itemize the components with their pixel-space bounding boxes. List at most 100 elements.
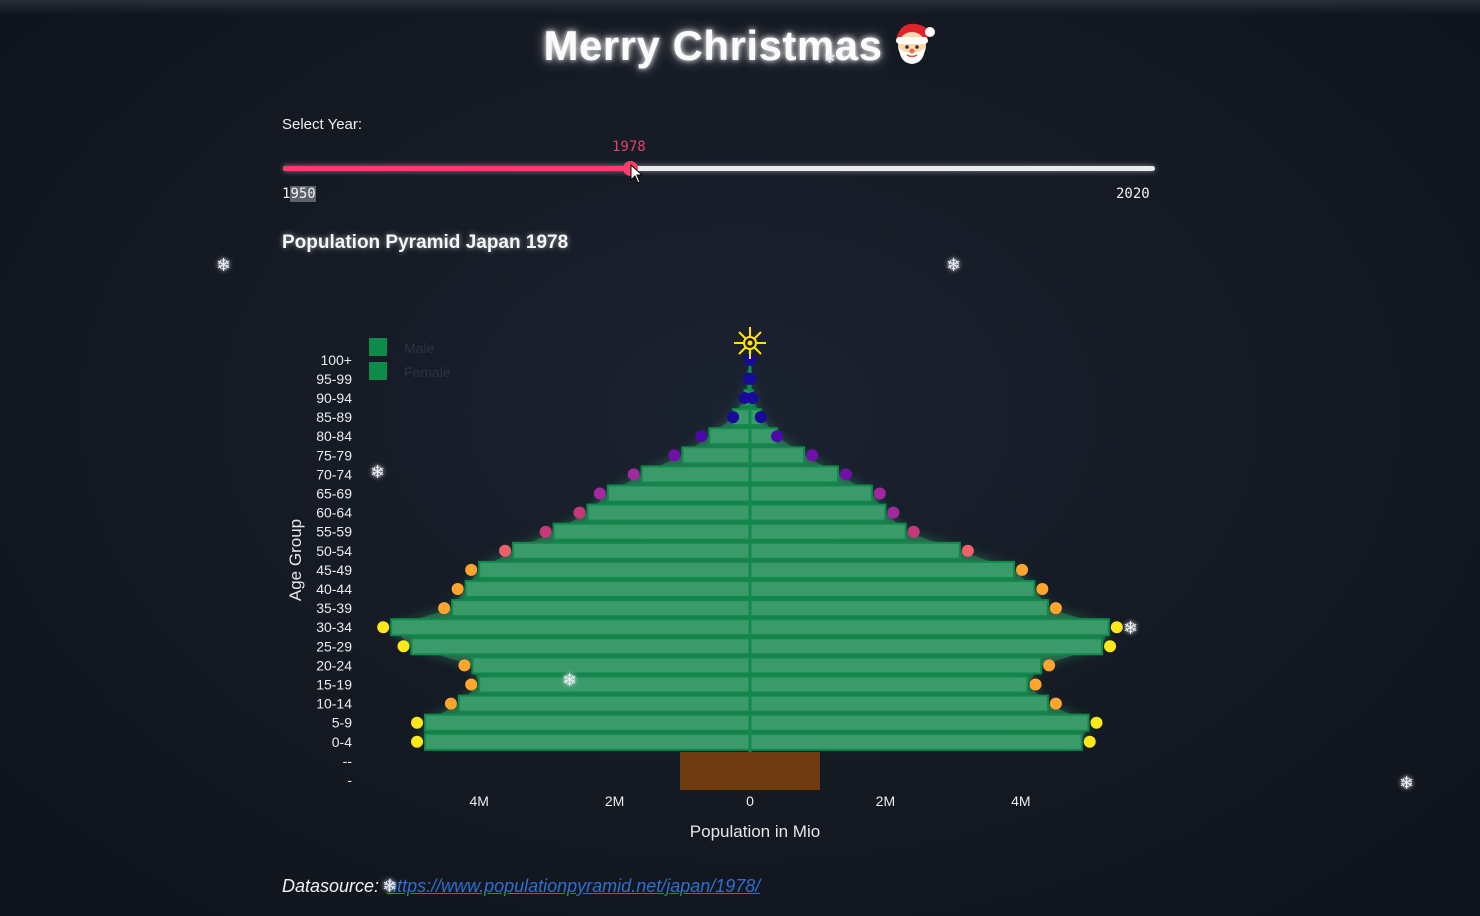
population-pyramid-chart: ---0-45-910-1415-1920-2425-2930-3435-394… [286, 327, 1123, 841]
bar-male-30-34 [390, 618, 751, 637]
y-tick-label: -- [343, 753, 353, 769]
y-tick-label: 40-44 [316, 581, 352, 597]
ornament-male-65-69 [593, 487, 606, 500]
ornament-male-20-24 [458, 659, 471, 672]
ornament-male-70-74 [627, 468, 640, 481]
ornament-male-30-34 [377, 621, 390, 634]
bar-female-5-9 [749, 713, 1090, 732]
y-tick-label: - [347, 772, 352, 788]
datasource-link[interactable]: https://www.populationpyramid.net/japan/… [387, 876, 760, 896]
y-tick-label: 95-99 [316, 371, 352, 387]
y-tick-label: 85-89 [316, 409, 352, 425]
bar-female-40-44 [749, 580, 1036, 598]
ornament-female-90-94 [746, 392, 759, 404]
bar-female-10-14 [749, 694, 1049, 713]
bar-male-15-19 [478, 675, 751, 694]
ornament-female-25-29 [1104, 640, 1117, 653]
y-tick-label: 55-59 [316, 524, 352, 540]
y-tick-label: 25-29 [316, 638, 352, 654]
ornament-female-10-14 [1049, 697, 1062, 710]
y-tick-label: 10-14 [316, 696, 352, 712]
bar-male-55-59 [552, 522, 751, 541]
y-tick-label: 50-54 [316, 543, 352, 559]
tree-star-icon [734, 327, 766, 359]
ornament-female-5-9 [1090, 716, 1103, 729]
bar-male-20-24 [471, 656, 751, 675]
y-tick-label: 45-49 [316, 562, 352, 578]
ornament-male-15-19 [465, 678, 478, 691]
ornament-female-80-84 [771, 430, 784, 443]
bar-male-80-84 [708, 427, 752, 446]
ornament-female-95-99 [744, 372, 757, 385]
bar-male-25-29 [410, 637, 751, 656]
x-tick-label: 4M [469, 793, 488, 809]
ornament-male-10-14 [444, 697, 457, 710]
ornament-female-70-74 [840, 468, 853, 481]
ornament-female-30-34 [1110, 621, 1123, 634]
bar-male-75-79 [681, 446, 751, 465]
bar-male-70-74 [640, 465, 751, 484]
legend-label-male: Male [404, 340, 435, 356]
ornament-male-55-59 [539, 525, 552, 538]
bar-female-30-34 [749, 618, 1110, 637]
y-tick-label: 0-4 [332, 734, 352, 750]
bar-female-35-39 [749, 599, 1049, 618]
datasource-footer: Datasource: https://www.populationpyramid… [282, 876, 760, 897]
y-tick-label: 90-94 [316, 390, 352, 406]
bar-male-0-4 [424, 732, 751, 751]
bar-female-70-74 [749, 465, 840, 484]
y-axis-label: Age Group [286, 519, 305, 601]
bar-female-75-79 [749, 446, 806, 465]
snowflake-icon: ❄ [216, 255, 232, 276]
snowflake-icon: ❄ [824, 51, 836, 67]
bar-male-35-39 [451, 599, 751, 618]
bar-female-25-29 [749, 637, 1104, 656]
legend-swatch-female [369, 362, 387, 380]
ornament-male-60-64 [573, 506, 586, 519]
bar-female-60-64 [749, 503, 887, 522]
y-tick-label: 100+ [320, 352, 352, 368]
ornament-male-35-39 [438, 602, 451, 615]
ornament-female-20-24 [1043, 659, 1056, 672]
snowflake-icon: ❄ [1399, 773, 1415, 794]
bar-male-45-49 [478, 560, 751, 579]
x-tick-label: 0 [746, 793, 754, 809]
ornament-female-50-54 [961, 544, 974, 557]
bar-female-15-19 [749, 675, 1029, 694]
ornament-female-45-49 [1016, 563, 1029, 576]
bar-female-45-49 [749, 560, 1016, 579]
ornament-female-65-69 [873, 487, 886, 500]
ornament-female-75-79 [806, 449, 819, 462]
bar-male-10-14 [457, 694, 751, 713]
y-tick-label: 65-69 [316, 486, 352, 502]
ornament-female-15-19 [1029, 678, 1042, 691]
y-tick-label: 35-39 [316, 600, 352, 616]
legend-label-female: Female [404, 364, 451, 380]
snowflake-icon: ❄ [382, 876, 398, 897]
bar-female-65-69 [749, 484, 873, 503]
ornament-male-40-44 [451, 583, 464, 595]
bar-male-50-54 [512, 541, 751, 560]
y-tick-label: 15-19 [316, 677, 352, 693]
datasource-label: Datasource: [282, 876, 380, 896]
ornament-male-75-79 [668, 449, 681, 462]
x-tick-label: 4M [1011, 793, 1030, 809]
ornament-female-40-44 [1036, 583, 1049, 595]
ornament-male-50-54 [499, 544, 512, 557]
x-tick-label: 2M [876, 793, 895, 809]
bar-male-5-9 [424, 713, 751, 732]
bar-male-65-69 [606, 484, 752, 503]
ornament-female-0-4 [1083, 735, 1096, 748]
bar-female-20-24 [749, 656, 1043, 675]
bar-female-50-54 [749, 541, 961, 560]
y-tick-label: 5-9 [332, 715, 352, 731]
snowflake-icon: ❄ [1123, 618, 1139, 639]
bar-female-55-59 [749, 522, 907, 541]
ornament-male-85-89 [727, 411, 740, 424]
x-axis-label: Population in Mio [690, 822, 820, 841]
y-tick-label: 75-79 [316, 447, 352, 463]
y-tick-label: 80-84 [316, 428, 352, 444]
bar-male-40-44 [464, 580, 751, 598]
y-tick-label: 70-74 [316, 466, 352, 482]
x-tick-label: 2M [605, 793, 624, 809]
